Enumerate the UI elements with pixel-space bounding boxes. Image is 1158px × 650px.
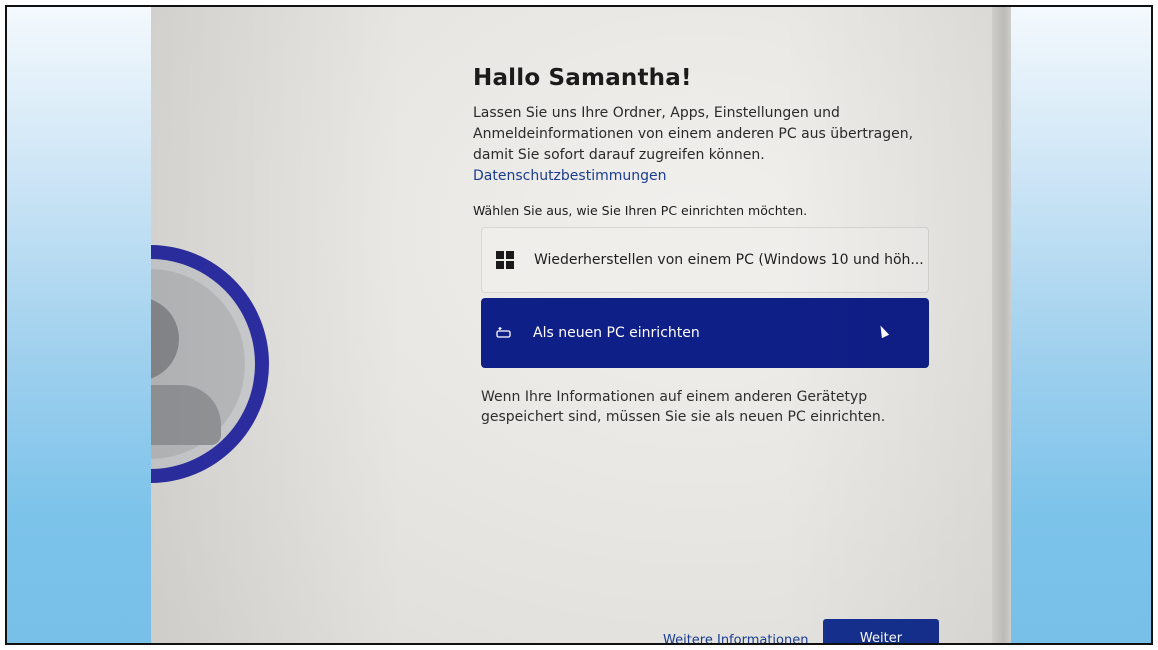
page-title: Hallo Samantha! bbox=[473, 65, 692, 91]
setup-prompt: Wählen Sie aus, wie Sie Ihren PC einrich… bbox=[473, 203, 808, 218]
oobe-content: Hallo Samantha! Lassen Sie uns Ihre Ordn… bbox=[473, 65, 933, 218]
left-blue-panel bbox=[7, 7, 151, 643]
info-text: Wenn Ihre Informationen auf einem andere… bbox=[481, 389, 886, 425]
photo-frame: Hallo Samantha! Lassen Sie uns Ihre Ordn… bbox=[5, 5, 1153, 645]
new-pc-icon bbox=[495, 324, 513, 342]
setup-new-pc-option[interactable]: Als neuen PC einrichten bbox=[481, 298, 929, 368]
restore-from-pc-option[interactable]: Wiederherstellen von einem PC (Windows 1… bbox=[481, 227, 929, 293]
more-info-link[interactable]: Weitere Informationen bbox=[663, 633, 808, 643]
right-blue-panel bbox=[1011, 7, 1151, 643]
user-avatar-illustration bbox=[151, 245, 269, 483]
windows-logo-icon bbox=[496, 251, 514, 269]
monitor-screen: Hallo Samantha! Lassen Sie uns Ihre Ordn… bbox=[151, 7, 992, 643]
restore-option-label: Wiederherstellen von einem PC (Windows 1… bbox=[534, 252, 924, 268]
next-button[interactable]: Weiter bbox=[823, 619, 939, 643]
privacy-link[interactable]: Datenschutzbestimmungen bbox=[473, 168, 666, 184]
description-text: Lassen Sie uns Ihre Ordner, Apps, Einste… bbox=[473, 105, 914, 163]
page-description: Lassen Sie uns Ihre Ordner, Apps, Einste… bbox=[473, 103, 953, 187]
new-pc-option-label: Als neuen PC einrichten bbox=[533, 325, 700, 341]
